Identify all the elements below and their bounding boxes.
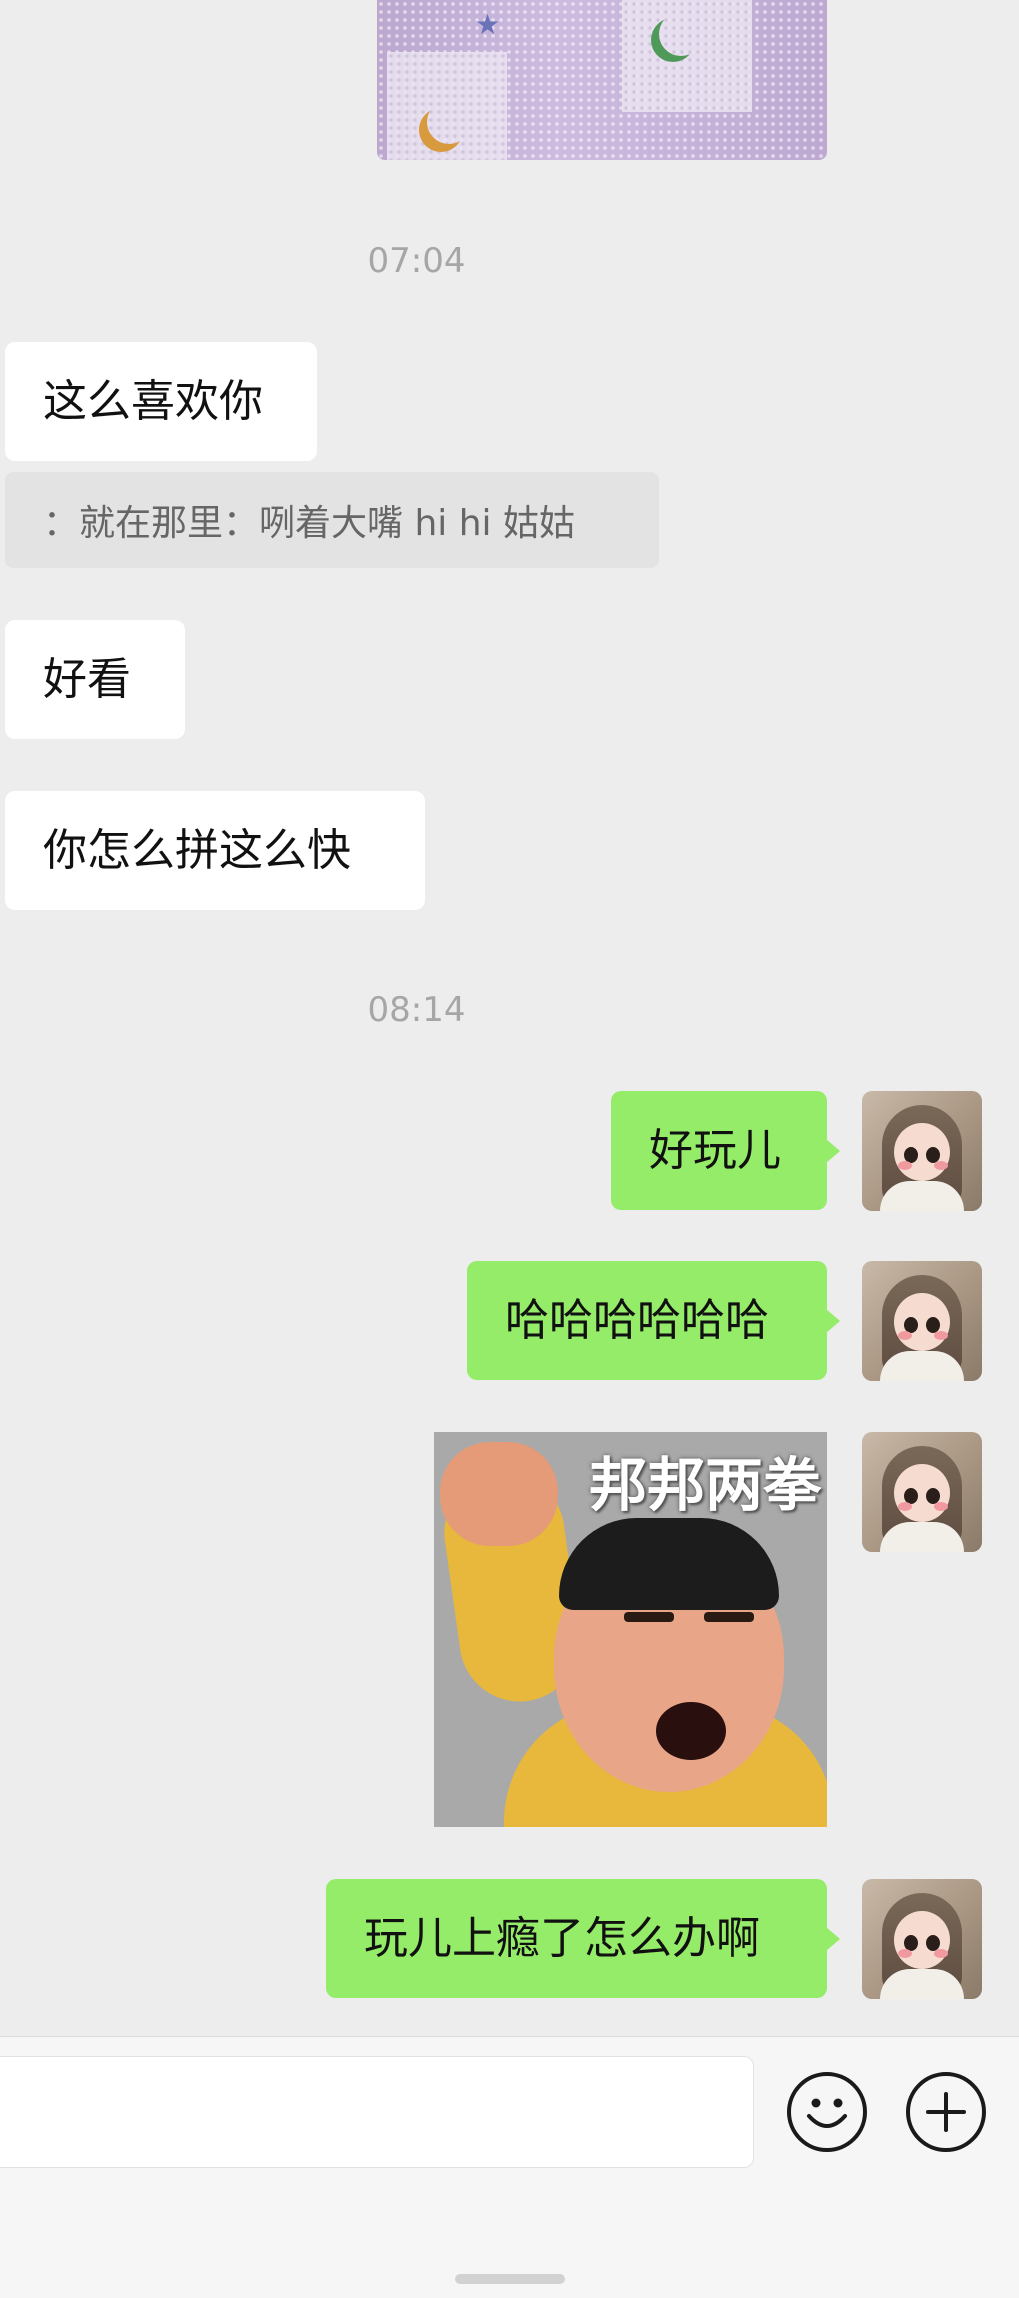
message-text: 哈哈哈哈哈哈 bbox=[505, 1294, 769, 1346]
more-button[interactable] bbox=[906, 2072, 986, 2152]
quote-text: ：就在那里：咧着大嘴 hi hi 姑姑 bbox=[43, 503, 575, 544]
plus-icon bbox=[926, 2092, 966, 2132]
avatar[interactable] bbox=[862, 1261, 982, 1381]
message-text: 好看 bbox=[43, 653, 131, 705]
timestamp: 08:14 bbox=[367, 990, 466, 1030]
green-moon-bead bbox=[659, 12, 703, 56]
message-text: 好玩儿 bbox=[649, 1124, 781, 1176]
outgoing-message[interactable]: 玩儿上瘾了怎么办啊 bbox=[326, 1879, 840, 1998]
emoji-button[interactable] bbox=[787, 2072, 867, 2152]
quoted-message[interactable]: ：就在那里：咧着大嘴 hi hi 姑姑 bbox=[5, 472, 659, 568]
timestamp: 07:04 bbox=[367, 241, 466, 281]
avatar[interactable] bbox=[862, 1091, 982, 1211]
star-bead: ★ bbox=[475, 8, 501, 41]
sticker-image[interactable]: 邦邦两拳 bbox=[434, 1432, 827, 1827]
message-text: 你怎么拼这么快 bbox=[43, 824, 351, 876]
sticker-caption: 邦邦两拳 bbox=[588, 1451, 821, 1519]
smiley-face-icon bbox=[807, 2098, 847, 2128]
orange-moon-bead bbox=[427, 100, 471, 144]
incoming-message[interactable]: 好看 bbox=[5, 620, 185, 739]
message-input[interactable] bbox=[0, 2056, 754, 2168]
outgoing-message[interactable]: 哈哈哈哈哈哈 bbox=[467, 1261, 840, 1380]
home-indicator bbox=[455, 2274, 565, 2284]
message-text: 这么喜欢你 bbox=[43, 375, 263, 427]
avatar[interactable] bbox=[862, 1879, 982, 1999]
message-text: 玩儿上瘾了怎么办啊 bbox=[364, 1912, 760, 1964]
incoming-message[interactable]: 这么喜欢你 bbox=[5, 342, 317, 461]
avatar[interactable] bbox=[862, 1432, 982, 1552]
outgoing-message[interactable]: 好玩儿 bbox=[611, 1091, 840, 1210]
shared-photo-perler-beads[interactable]: ★ bbox=[377, 0, 827, 160]
incoming-message[interactable]: 你怎么拼这么快 bbox=[5, 791, 425, 910]
